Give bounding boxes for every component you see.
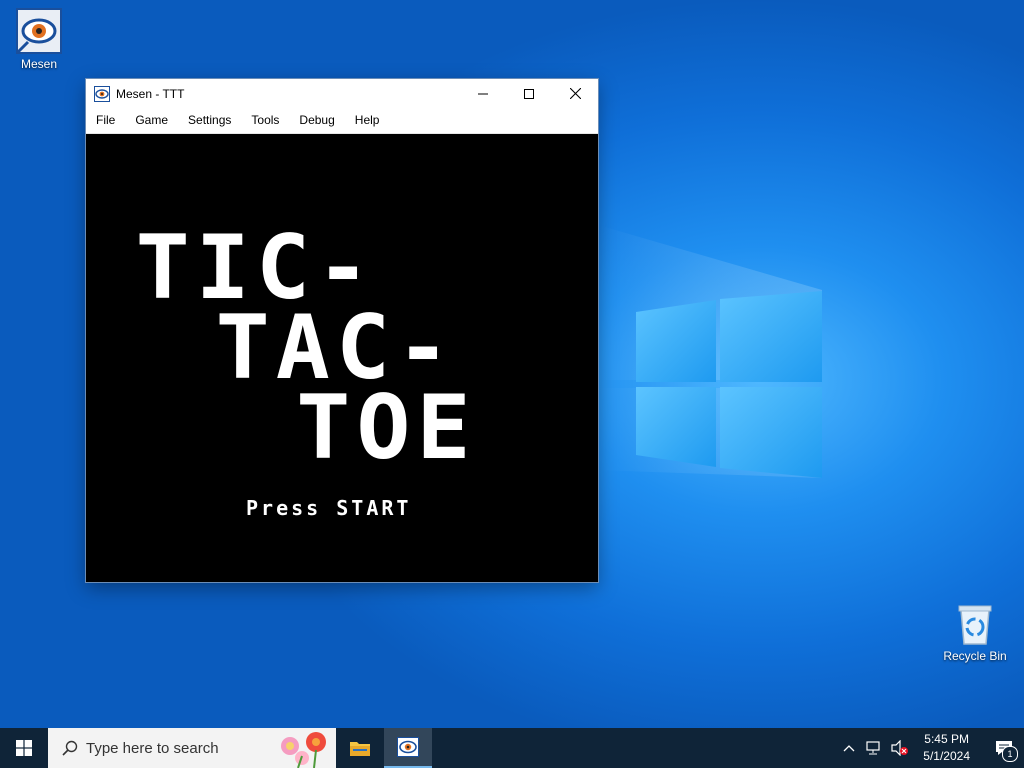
clock-date: 5/1/2024 <box>923 749 970 763</box>
menu-bar: File Game Settings Tools Debug Help <box>86 108 598 134</box>
mesen-eye-icon <box>397 737 419 757</box>
mesen-app-icon <box>94 85 110 102</box>
menu-debug[interactable]: Debug <box>289 108 344 133</box>
game-screen[interactable]: TIC- TAC- TOE Press START <box>86 134 598 582</box>
desktop-icon-mesen[interactable]: Mesen <box>0 8 79 71</box>
clock[interactable]: 5:45 PM 5/1/2024 <box>923 731 970 765</box>
recycle-bin-icon <box>958 605 992 645</box>
menu-game[interactable]: Game <box>125 108 178 133</box>
action-center-button[interactable]: 1 <box>984 728 1024 768</box>
search-icon <box>62 740 78 756</box>
desktop-icon-label: Recycle Bin <box>943 649 1007 663</box>
search-placeholder: Type here to search <box>86 739 219 757</box>
maximize-button[interactable] <box>506 79 552 108</box>
mesen-eye-icon <box>16 8 62 54</box>
notification-count-badge: 1 <box>1002 746 1018 762</box>
window-title: Mesen - TTT <box>116 86 185 101</box>
menu-tools[interactable]: Tools <box>241 108 289 133</box>
clock-time: 5:45 PM <box>924 732 969 746</box>
menu-help[interactable]: Help <box>345 108 390 133</box>
chevron-up-icon[interactable] <box>843 744 855 752</box>
taskbar: Type here to search 5:45 PM 5/1/2024 1 <box>0 728 1024 768</box>
desktop-icon-recycle-bin[interactable]: Recycle Bin <box>935 602 1015 663</box>
network-icon[interactable] <box>865 740 883 756</box>
folder-icon <box>350 742 370 756</box>
windows-logo-wallpaper <box>636 291 822 478</box>
mesen-window[interactable]: Mesen - TTT File Game Settings Tools Deb… <box>86 79 598 582</box>
window-titlebar[interactable]: Mesen - TTT <box>86 79 598 108</box>
close-icon <box>569 88 581 99</box>
search-box[interactable]: Type here to search <box>48 728 336 768</box>
press-start-prompt: Press START <box>246 496 412 520</box>
volume-muted-icon[interactable] <box>891 740 909 756</box>
maximize-icon <box>524 88 534 99</box>
start-button[interactable] <box>0 728 48 768</box>
system-tray: 5:45 PM 5/1/2024 1 <box>843 728 1024 768</box>
close-button[interactable] <box>552 79 598 108</box>
menu-settings[interactable]: Settings <box>178 108 241 133</box>
flowers-icon <box>281 732 326 768</box>
menu-file[interactable]: File <box>86 108 125 133</box>
taskbar-mesen[interactable] <box>384 728 432 768</box>
minimize-button[interactable] <box>460 79 506 108</box>
desktop-icon-label: Mesen <box>20 57 58 71</box>
taskbar-file-explorer[interactable] <box>336 728 384 768</box>
windows-start-icon <box>16 740 32 756</box>
minimize-icon <box>478 93 488 94</box>
game-title-line-3: TOE <box>296 376 477 479</box>
